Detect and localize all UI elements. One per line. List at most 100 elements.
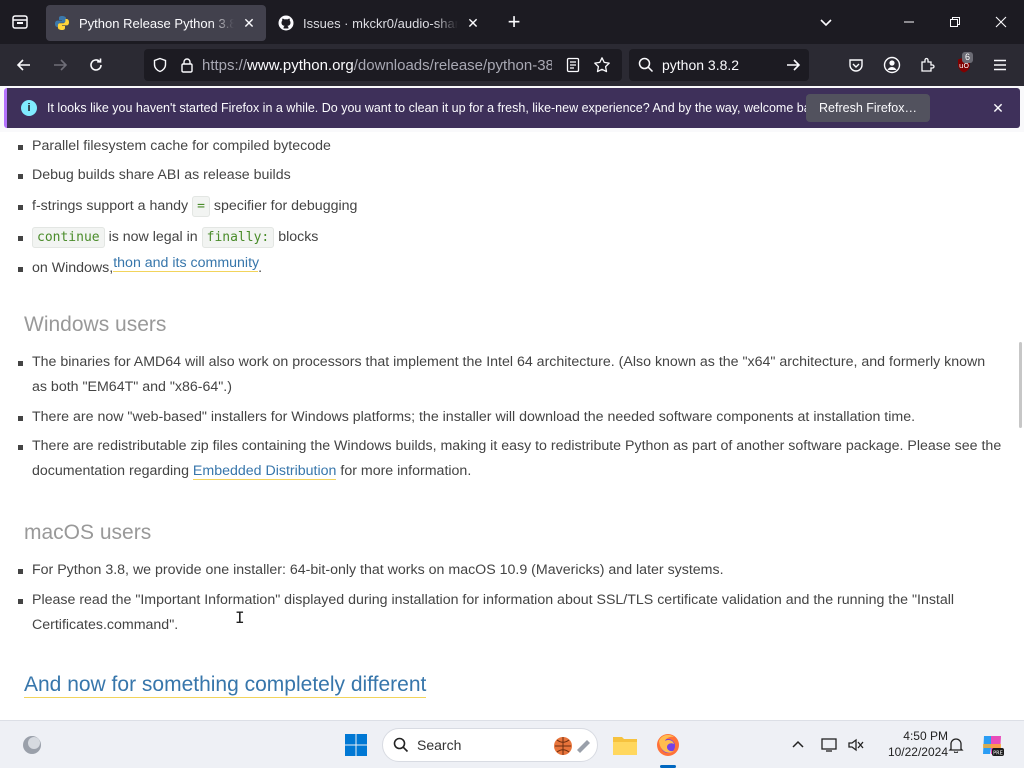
system-clock[interactable]: 4:50 PM 10/22/2024 [872, 728, 948, 760]
restore-button[interactable] [932, 0, 978, 44]
copilot-icon: PRE [983, 736, 1004, 757]
tab-strip: Python Release Python 3.8.2 | Python.org… [0, 0, 1024, 44]
tracking-protection-icon[interactable] [152, 57, 168, 73]
close-tab-icon[interactable]: ✕ [464, 14, 482, 32]
url-path: /downloads/release/python-382/ [353, 56, 552, 74]
svg-text:uO: uO [959, 62, 969, 70]
url-bar[interactable]: https://www.python.org/downloads/release… [144, 49, 622, 81]
list-item: f-strings support a handy = specifier fo… [18, 194, 1004, 219]
volume-button[interactable] [840, 729, 872, 761]
widgets-button[interactable] [16, 729, 48, 761]
close-tab-icon[interactable]: ✕ [240, 14, 258, 32]
arrow-right-icon [54, 59, 68, 71]
hamburger-icon [994, 59, 1006, 71]
code-snippet: finally: [201, 227, 275, 248]
extension-badge: 6 [962, 52, 974, 63]
text: specifier for debugging [209, 198, 358, 214]
close-window-button[interactable] [978, 0, 1024, 44]
url-text[interactable]: https://www.python.org/downloads/release… [202, 57, 552, 74]
chevron-down-icon [820, 19, 832, 27]
taskbar-search[interactable]: Search [382, 728, 598, 762]
windows-logo-icon [345, 734, 367, 756]
search-label: Search [417, 737, 462, 753]
macos-users-heading: macOS users [24, 521, 152, 544]
ublock-button[interactable]: uO 6 [948, 49, 980, 81]
navigation-toolbar: https://www.python.org/downloads/release… [0, 44, 1024, 86]
search-input[interactable]: python 3.8.2 [662, 57, 739, 73]
restore-icon [950, 17, 960, 27]
info-icon: i [21, 100, 37, 116]
reload-button[interactable] [80, 49, 112, 81]
windows-taskbar: Search 4:50 PM 10/22/2024 PRE [0, 720, 1024, 768]
refresh-firefox-notification: i It looks like you haven't started Fire… [4, 88, 1020, 128]
text-cursor-icon: I [235, 608, 245, 627]
search-icon [638, 57, 654, 73]
code-snippet: continue [32, 227, 105, 248]
folder-icon [613, 737, 637, 755]
community-link[interactable]: thon and its community [113, 255, 259, 272]
text: for more information. [336, 463, 472, 479]
forward-button[interactable] [44, 49, 76, 81]
minimize-icon [904, 21, 914, 23]
notifications-button[interactable] [940, 729, 972, 761]
puzzle-icon [921, 57, 935, 72]
embedded-distribution-link[interactable]: Embedded Distribution [192, 463, 337, 480]
list-item: continue is now legal in finally: blocks [18, 225, 1004, 250]
clock-date: 10/22/2024 [887, 745, 948, 759]
search-icon [393, 737, 409, 753]
extensions-button[interactable] [912, 49, 944, 81]
page-scrollbar[interactable] [1019, 342, 1022, 428]
windows-users-heading: Windows users [24, 313, 167, 336]
firefox-icon [657, 734, 679, 756]
network-icon [821, 738, 837, 752]
firefox-taskbar-button[interactable] [652, 729, 684, 761]
list-item: on Windows,thon and its community. [18, 255, 1004, 281]
bell-icon [948, 738, 964, 753]
chevron-up-icon [792, 740, 804, 748]
tab-python-release[interactable]: Python Release Python 3.8.2 | Python.org… [46, 5, 266, 41]
python-icon [54, 15, 70, 31]
list-item: Debug builds share ABI as release builds [18, 163, 1004, 188]
start-button[interactable] [340, 729, 372, 761]
copilot-button[interactable]: PRE [976, 729, 1008, 761]
firefox-view-button[interactable] [0, 0, 40, 44]
text: blocks [274, 229, 319, 245]
list-item: There are now "web-based" installers for… [18, 405, 1004, 430]
tab-title: Issues · mkckr0/audio-share · GitHub [303, 15, 458, 31]
lock-icon[interactable] [180, 57, 194, 73]
url-scheme: https:// [202, 56, 248, 74]
reload-icon [90, 58, 102, 71]
minimize-button[interactable] [886, 0, 932, 44]
account-button[interactable] [876, 49, 908, 81]
back-button[interactable] [8, 49, 40, 81]
search-bar[interactable]: python 3.8.2 [629, 49, 809, 81]
search-go-icon[interactable] [785, 57, 801, 73]
refresh-firefox-button[interactable]: Refresh Firefox… [806, 94, 930, 122]
pocket-button[interactable] [840, 49, 872, 81]
code-snippet: = [192, 196, 210, 217]
bookmark-star-icon[interactable] [593, 56, 611, 74]
new-tab-button[interactable]: + [498, 6, 530, 38]
pocket-icon [849, 59, 863, 72]
close-notification-icon[interactable]: ✕ [988, 98, 1008, 118]
file-explorer-button[interactable] [609, 729, 641, 761]
weather-widget-icon [23, 736, 41, 754]
list-all-tabs-button[interactable] [803, 0, 849, 44]
close-icon [995, 16, 1007, 28]
list-item: The binaries for AMD64 will also work on… [18, 350, 1004, 400]
list-item: Parallel filesystem cache for compiled b… [18, 134, 1004, 159]
svg-text:PRE: PRE [993, 751, 1003, 757]
show-hidden-icons-button[interactable] [782, 729, 814, 761]
arrow-left-icon [16, 59, 30, 71]
notification-message: It looks like you haven't started Firefo… [47, 101, 827, 115]
app-menu-button[interactable] [984, 49, 1016, 81]
tab-github-issues[interactable]: Issues · mkckr0/audio-share · GitHub ✕ [270, 5, 490, 41]
reader-view-icon[interactable] [566, 57, 580, 73]
search-highlight-icon [553, 736, 593, 756]
text: f-strings support a handy [32, 198, 193, 214]
tab-title: Python Release Python 3.8.2 | Python.org [79, 15, 234, 31]
something-different-heading[interactable]: And now for something completely differe… [24, 673, 427, 698]
github-icon [278, 15, 294, 31]
list-item: There are redistributable zip files cont… [18, 434, 1004, 484]
clock-time: 4:50 PM [903, 729, 948, 743]
